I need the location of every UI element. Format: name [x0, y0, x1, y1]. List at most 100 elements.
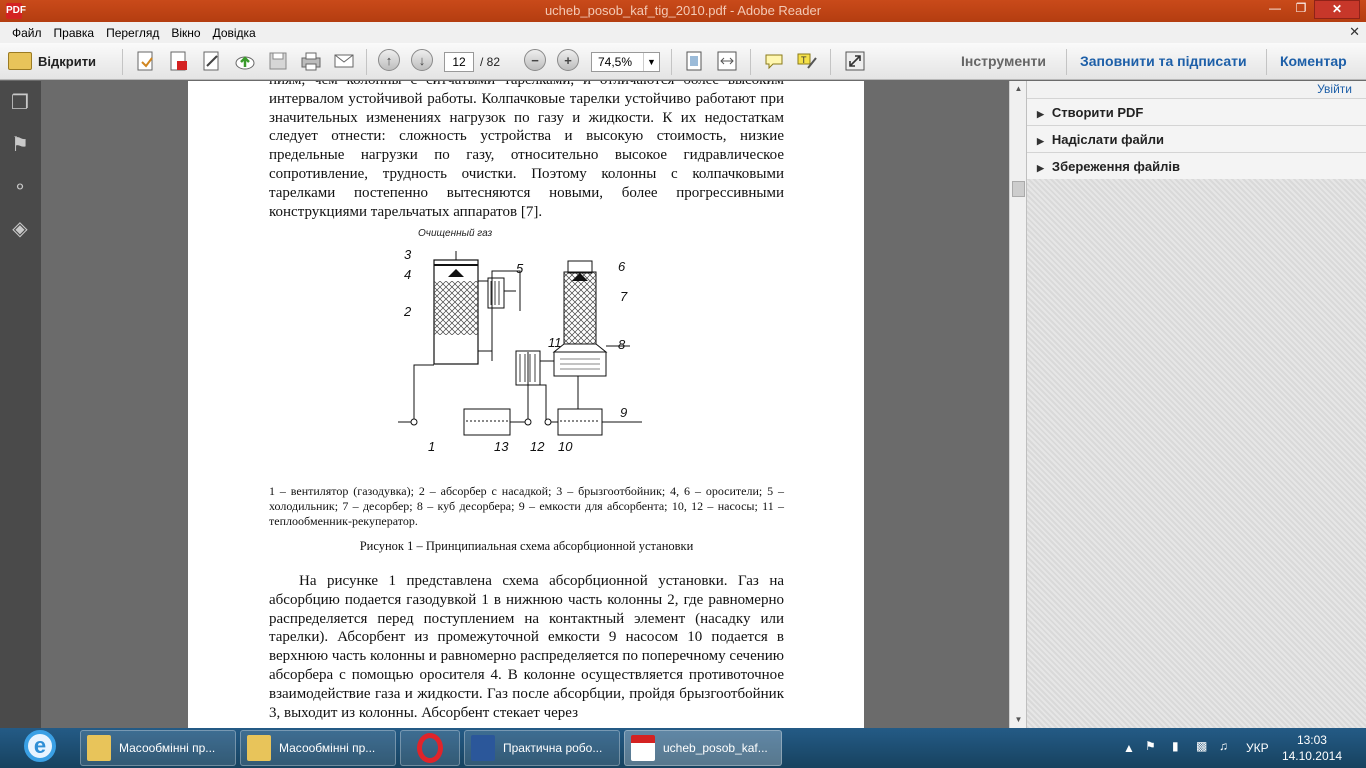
upload-cloud-icon[interactable] — [233, 49, 257, 73]
taskbar-item-word[interactable]: Практична робо... — [464, 730, 620, 766]
arrow-up-icon: ↑ — [378, 49, 400, 71]
send-files-section[interactable]: ▶ Надіслати файли — [1027, 125, 1366, 152]
arrow-down-icon: ↓ — [411, 49, 433, 71]
folder-icon — [247, 735, 271, 761]
volume-icon[interactable]: ♫ — [1219, 739, 1228, 753]
print-icon[interactable] — [299, 49, 323, 73]
menu-window[interactable]: Вікно — [165, 26, 206, 40]
taskbar-item-adobe-reader[interactable]: ucheb_posob_kaf... — [624, 730, 782, 766]
scroll-down-icon[interactable]: ▼ — [1010, 712, 1027, 728]
paragraph-1: ниям, чем колонны с ситчатыми тарелками,… — [269, 81, 784, 220]
expand-triangle-icon: ▶ — [1037, 136, 1044, 146]
show-hidden-icons[interactable]: ▲ — [1123, 741, 1135, 755]
create-pdf-icon[interactable] — [134, 49, 158, 73]
battery-icon[interactable]: ▮ — [1172, 739, 1179, 753]
store-files-section[interactable]: ▶ Збереження файлів — [1027, 152, 1366, 179]
layers-icon[interactable]: ◈ — [8, 217, 32, 241]
diagram-number: 5 — [516, 261, 524, 276]
diagram-gas-label: Очищенный газ — [418, 228, 492, 239]
comment-link[interactable]: Коментар — [1280, 53, 1347, 69]
attachments-icon[interactable]: ∘ — [8, 175, 32, 199]
scroll-thumb[interactable] — [1012, 181, 1025, 197]
diagram-number: 7 — [620, 289, 628, 304]
diagram-number: 12 — [530, 439, 545, 454]
bookmarks-icon[interactable]: ⚑ — [8, 133, 32, 157]
menu-file[interactable]: Файл — [6, 26, 48, 40]
toolbar-divider — [366, 49, 367, 75]
toolbar-divider — [830, 49, 831, 75]
fit-page-icon[interactable] — [682, 49, 706, 73]
toolbar: Відкрити ↑ ↓ 12 / 82 − + 74,5% ▼ T Інстр… — [0, 43, 1366, 80]
plus-icon: + — [557, 49, 579, 71]
word-icon — [471, 735, 495, 761]
sign-in-link[interactable]: Увійти — [1027, 81, 1366, 98]
paragraph-2: На рисунке 1 представлена схема абсорбци… — [269, 573, 784, 721]
diagram-number: 8 — [618, 337, 626, 352]
chevron-down-icon[interactable]: ▼ — [643, 53, 659, 71]
action-center-icon[interactable]: ⚑ — [1145, 739, 1156, 753]
comment-bubble-icon[interactable] — [762, 49, 786, 73]
convert-pdf-icon[interactable] — [167, 49, 191, 73]
vertical-scrollbar[interactable]: ▲ ▼ — [1009, 81, 1026, 728]
tools-pane: Увійти ▶ Створити PDF ▶ Надіслати файли ▶ З… — [1026, 81, 1366, 728]
email-icon[interactable] — [332, 49, 356, 73]
diagram-number: 1 — [428, 439, 435, 454]
diagram-number: 6 — [618, 259, 626, 274]
navigation-pane: ❐ ⚑ ∘ ◈ — [0, 81, 41, 728]
menu-edit[interactable]: Правка — [48, 26, 101, 40]
taskbar-item-folder-2[interactable]: Масообмінні пр... — [240, 730, 396, 766]
expand-triangle-icon: ▶ — [1037, 109, 1044, 119]
minimize-button[interactable]: — — [1262, 0, 1288, 19]
clock-time: 13:03 — [1296, 733, 1327, 747]
window-title: ucheb_posob_kaf_tig_2010.pdf - Adobe Rea… — [544, 3, 822, 18]
language-indicator[interactable]: УКР — [1246, 741, 1269, 755]
save-icon[interactable] — [266, 49, 290, 73]
diagram-number: 13 — [494, 439, 509, 454]
close-window-button[interactable]: ✕ — [1314, 0, 1360, 19]
network-icon[interactable]: ▩ — [1196, 739, 1207, 753]
toolbar-divider — [750, 49, 751, 75]
page-thumbnails-icon[interactable]: ❐ — [8, 91, 32, 115]
diagram-number: 3 — [404, 247, 412, 262]
opera-icon — [417, 733, 443, 763]
next-page-button[interactable]: ↓ — [411, 49, 433, 73]
taskbar-item-opera[interactable] — [400, 730, 460, 766]
scroll-up-icon[interactable]: ▲ — [1010, 81, 1027, 97]
expand-triangle-icon: ▶ — [1037, 163, 1044, 173]
page-total: / 82 — [480, 55, 501, 69]
zoom-in-button[interactable]: + — [557, 49, 579, 73]
diagram-number: 10 — [558, 439, 573, 454]
folder-icon — [87, 735, 111, 761]
restore-button[interactable]: ❐ — [1288, 0, 1314, 19]
full-screen-icon[interactable] — [843, 49, 867, 73]
folder-icon — [8, 52, 32, 70]
edit-pdf-icon[interactable] — [200, 49, 224, 73]
highlight-text-icon[interactable]: T — [795, 49, 819, 73]
zoom-select[interactable]: 74,5% ▼ — [591, 52, 660, 72]
clock[interactable]: 13:03 14.10.2014 — [1282, 732, 1342, 764]
previous-page-button[interactable]: ↑ — [378, 49, 400, 73]
fill-and-sign-link[interactable]: Заповнити та підписати — [1080, 53, 1247, 69]
create-pdf-section[interactable]: ▶ Створити PDF — [1027, 98, 1366, 125]
clock-date: 14.10.2014 — [1281, 749, 1342, 763]
zoom-value: 74,5% — [598, 55, 633, 69]
pdf-icon — [631, 735, 655, 761]
document-view[interactable]: ниям, чем колонны с ситчатыми тарелками,… — [41, 81, 1009, 728]
tools-link[interactable]: Інструменти — [961, 53, 1046, 69]
diagram-number: 4 — [404, 267, 411, 282]
menu-view[interactable]: Перегляд — [100, 26, 165, 40]
figure-caption: 1 – вентилятор (газодувка); 2 – абсорбер… — [269, 484, 784, 528]
diagram-number: 2 — [403, 304, 412, 319]
fit-width-icon[interactable] — [715, 49, 739, 73]
taskbar-item-folder-1[interactable]: Масообмінні пр... — [80, 730, 236, 766]
page-number-input[interactable]: 12 — [444, 52, 474, 72]
menu-help[interactable]: Довідка — [207, 26, 262, 40]
close-document-icon[interactable]: ✕ — [1349, 24, 1360, 40]
zoom-out-button[interactable]: − — [524, 49, 546, 73]
toolbar-divider — [1266, 49, 1267, 75]
pdf-page: ниям, чем колонны с ситчатыми тарелками,… — [188, 81, 864, 728]
open-button[interactable]: Відкрити — [8, 49, 96, 73]
toolbar-divider — [671, 49, 672, 75]
internet-explorer-icon[interactable]: e — [24, 730, 64, 766]
diagram-number: 9 — [620, 405, 627, 420]
